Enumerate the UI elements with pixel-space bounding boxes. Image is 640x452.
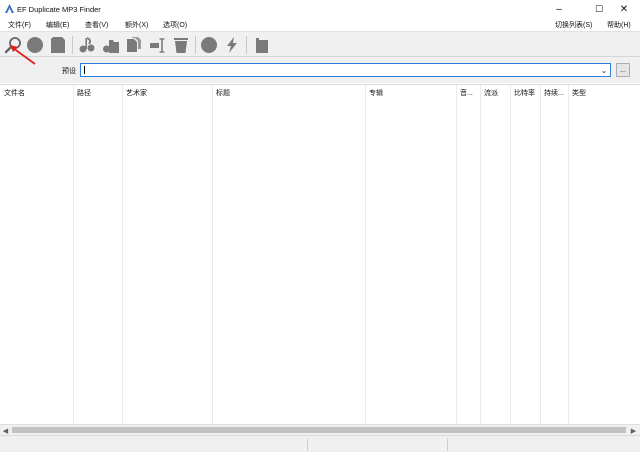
column-header-path[interactable]: 路径 — [73, 85, 122, 99]
preset-browse-button[interactable]: ... — [616, 63, 630, 77]
column-header-artist[interactable]: 艺术家 — [122, 85, 212, 99]
rename-icon[interactable] — [148, 35, 168, 55]
toolbar-separator — [195, 36, 196, 54]
column-divider — [510, 85, 511, 425]
preset-label: 预设 — [62, 68, 76, 75]
title-bar: EF Duplicate MP3 Finder – ☐ ✕ — [0, 0, 640, 18]
results-list[interactable]: 文件名 路径 艺术家 标题 专辑 音... 流派 比特率 持续... 类型 — [0, 84, 640, 425]
menu-bar: 文件(F) 编辑(E) 查看(V) 额外(X) 选项(O) 切换列表(S) 帮助… — [0, 18, 640, 31]
text-cursor — [84, 66, 85, 74]
menu-view[interactable]: 查看(V) — [85, 20, 108, 30]
app-logo-icon — [5, 4, 14, 13]
menu-options[interactable]: 选项(O) — [163, 20, 187, 30]
column-header-album[interactable]: 专辑 — [365, 85, 456, 99]
column-header-audio[interactable]: 音... — [456, 85, 480, 99]
chevron-down-icon[interactable]: ⌄ — [598, 64, 610, 76]
column-header-duration[interactable]: 持续... — [540, 85, 568, 99]
scroll-right-icon[interactable]: ▶ — [629, 426, 638, 435]
column-header-type[interactable]: 类型 — [568, 85, 640, 99]
status-pane — [0, 438, 308, 451]
annotation-arrow-icon — [10, 45, 36, 65]
trash-icon[interactable] — [171, 35, 191, 55]
window-title: EF Duplicate MP3 Finder — [17, 5, 101, 14]
toolbar-separator — [246, 36, 247, 54]
menu-switch-list[interactable]: 切换列表(S) — [555, 20, 592, 30]
page-icon[interactable] — [48, 35, 68, 55]
column-divider — [480, 85, 481, 425]
toolbar — [0, 31, 640, 57]
column-header-bitrate[interactable]: 比特率 — [510, 85, 540, 99]
folder-music-icon[interactable] — [101, 35, 121, 55]
column-divider — [212, 85, 213, 425]
preset-combobox[interactable]: ⌄ — [80, 63, 611, 77]
music-notes-icon[interactable] — [77, 35, 97, 55]
copy-pages-icon[interactable] — [124, 35, 144, 55]
menu-edit[interactable]: 编辑(E) — [46, 20, 69, 30]
column-header-filename[interactable]: 文件名 — [0, 85, 73, 99]
status-pane — [308, 438, 448, 451]
flash-icon[interactable] — [222, 35, 242, 55]
horizontal-scrollbar[interactable]: ◀ ▶ — [0, 424, 640, 435]
toolbar-separator — [72, 36, 73, 54]
scrollbar-thumb[interactable] — [12, 427, 626, 433]
menu-help[interactable]: 帮助(H) — [607, 20, 631, 30]
column-divider — [73, 85, 74, 425]
column-divider — [365, 85, 366, 425]
menu-file[interactable]: 文件(F) — [8, 20, 31, 30]
menu-extra[interactable]: 额外(X) — [125, 20, 148, 30]
column-divider — [568, 85, 569, 425]
column-divider — [540, 85, 541, 425]
status-bar — [0, 435, 640, 452]
column-divider — [122, 85, 123, 425]
scroll-left-icon[interactable]: ◀ — [1, 426, 10, 435]
bookmark-icon[interactable] — [252, 35, 272, 55]
close-button[interactable]: ✕ — [608, 0, 640, 18]
column-divider — [456, 85, 457, 425]
column-header-genre[interactable]: 流派 — [480, 85, 510, 99]
stop-icon[interactable] — [199, 35, 219, 55]
column-header-title[interactable]: 标题 — [212, 85, 365, 99]
minimize-button[interactable]: – — [543, 0, 575, 18]
